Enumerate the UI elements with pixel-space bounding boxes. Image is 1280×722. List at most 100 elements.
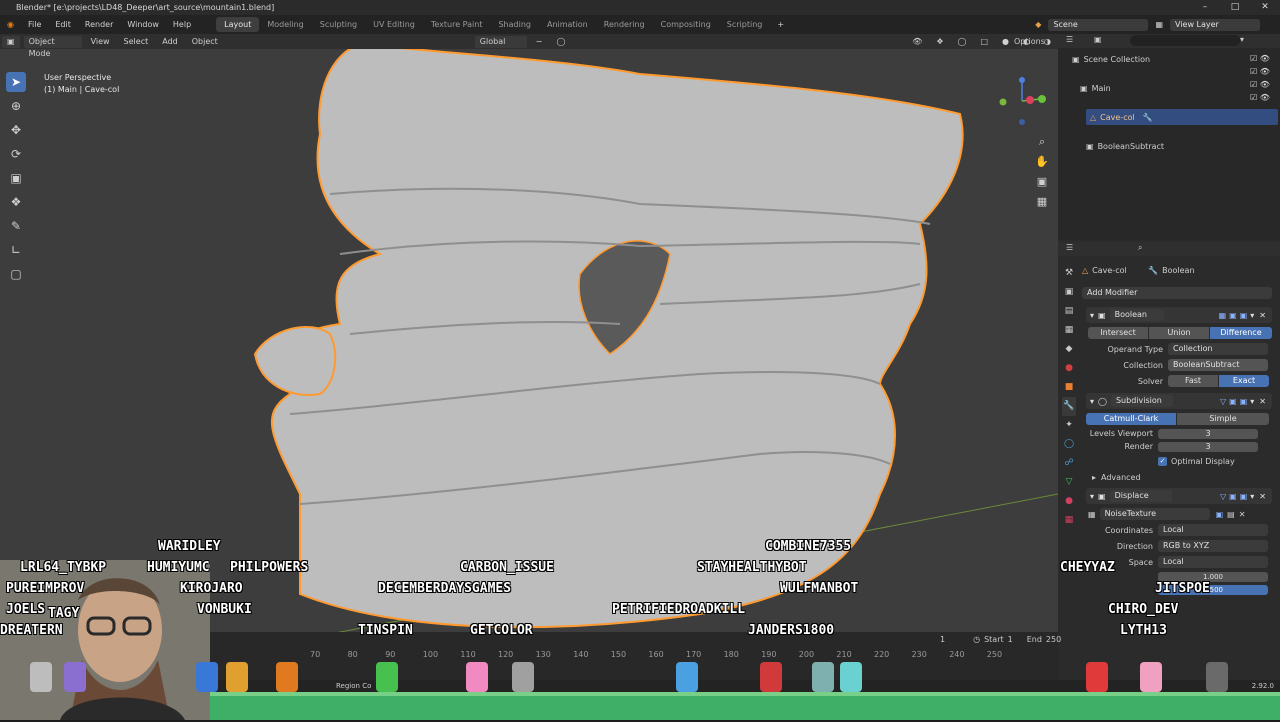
remove-modifier-icon[interactable]: ✕	[1259, 492, 1266, 501]
zoom-icon[interactable]: ⌕	[1034, 132, 1050, 152]
filter-icon[interactable]: ▾	[1240, 35, 1244, 44]
toggle-viewport-icon[interactable]: ▣	[1229, 311, 1237, 320]
difference-button[interactable]: Difference	[1210, 327, 1272, 339]
transform-tool-icon[interactable]: ❖	[6, 192, 26, 212]
pan-hand-icon[interactable]: ✋	[1034, 152, 1050, 172]
proportional-edit-icon[interactable]: ◯	[552, 36, 571, 48]
coordinates-select[interactable]: Local	[1158, 524, 1268, 536]
data-tab-icon[interactable]: ▽	[1062, 473, 1076, 492]
view-layer-selector[interactable]: View Layer	[1170, 18, 1260, 31]
object-menu[interactable]: Object	[187, 36, 223, 48]
outliner-editor-icon[interactable]: ☰	[1066, 35, 1073, 44]
display-mode-icon[interactable]: ▣	[1094, 35, 1102, 44]
menu-help[interactable]: Help	[166, 20, 198, 29]
texture-tab-icon[interactable]: ▦	[1062, 511, 1076, 530]
cursor-tool-icon[interactable]: ⊕	[6, 96, 26, 116]
grid-icon[interactable]: ▦	[1034, 192, 1050, 212]
transform-orientation[interactable]: Global	[474, 35, 527, 48]
checkbox-icon[interactable]: ☑ 👁	[1250, 52, 1270, 65]
toggle-editmode-icon[interactable]: ▽	[1220, 492, 1226, 501]
intersect-button[interactable]: Intersect	[1088, 327, 1148, 339]
tab-sculpting[interactable]: Sculpting	[312, 17, 365, 32]
simple-button[interactable]: Simple	[1177, 413, 1269, 425]
xray-icon[interactable]: □	[975, 36, 993, 48]
select-menu[interactable]: Select	[119, 36, 154, 48]
duplicate-icon[interactable]: ▤	[1227, 510, 1235, 519]
start-frame-field[interactable]: 1	[1008, 635, 1013, 644]
displace-name-field[interactable]: Displace	[1109, 490, 1172, 502]
rotate-tool-icon[interactable]: ⟳	[6, 144, 26, 164]
minimize-icon[interactable]: –	[1190, 0, 1220, 15]
blender-logo-icon[interactable]: ◉	[0, 20, 21, 29]
solver-exact-button[interactable]: Exact	[1219, 375, 1269, 387]
physics-tab-icon[interactable]: ◯	[1062, 435, 1076, 454]
space-select[interactable]: Local	[1158, 556, 1268, 568]
add-cube-tool-icon[interactable]: ▢	[6, 264, 26, 284]
options-menu[interactable]: Options	[1014, 37, 1045, 46]
operand-type-select[interactable]: Collection	[1168, 343, 1268, 355]
scene-tab-icon[interactable]: ◆	[1062, 340, 1076, 359]
toggle-render-icon[interactable]: ▣	[1240, 311, 1248, 320]
dropdown-arrow-icon[interactable]: ▾	[1250, 311, 1254, 320]
toggle-viewport-icon[interactable]: ▣	[1229, 492, 1237, 501]
displace-texture-field[interactable]: NoiseTexture	[1099, 508, 1210, 520]
tab-animation[interactable]: Animation	[539, 17, 596, 32]
toggle-editmode-icon[interactable]: ▦	[1219, 311, 1227, 320]
tab-rendering[interactable]: Rendering	[596, 17, 653, 32]
tab-scripting[interactable]: Scripting	[719, 17, 771, 32]
measure-tool-icon[interactable]: ∟	[6, 240, 26, 260]
close-icon[interactable]: ✕	[1250, 0, 1280, 15]
outliner[interactable]: ☰ ▣ ▾ ▣ Scene Collection ▣ Main △ Cave-c…	[1058, 34, 1280, 240]
menu-edit[interactable]: Edit	[48, 20, 78, 29]
unlink-icon[interactable]: ✕	[1239, 510, 1246, 519]
select-box-tool-icon[interactable]: ➤	[6, 72, 26, 92]
toggle-render-icon[interactable]: ▣	[1240, 492, 1248, 501]
constraints-tab-icon[interactable]: ☍	[1062, 454, 1076, 473]
render-tab-icon[interactable]: ▣	[1062, 283, 1076, 302]
search-icon[interactable]: ⌕	[1138, 243, 1142, 253]
scene-selector[interactable]: Scene	[1048, 18, 1149, 31]
menu-window[interactable]: Window	[120, 20, 166, 29]
checkbox-icon[interactable]: ☑ 👁	[1250, 65, 1270, 78]
scene-collection-row[interactable]: ▣ Scene Collection	[1072, 51, 1280, 67]
levels-viewport-field[interactable]: 3	[1158, 428, 1258, 439]
maximize-icon[interactable]: □	[1220, 0, 1250, 15]
world-tab-icon[interactable]: ●	[1062, 359, 1076, 378]
union-button[interactable]: Union	[1149, 327, 1209, 339]
tab-modeling[interactable]: Modeling	[259, 17, 311, 32]
optimal-display-checkbox-icon[interactable]: ✓	[1158, 456, 1167, 466]
subdivision-name-field[interactable]: Subdivision	[1110, 395, 1173, 407]
strength-field[interactable]: 1.000	[1158, 571, 1268, 582]
catmull-clark-button[interactable]: Catmull-Clark	[1086, 413, 1176, 425]
direction-select[interactable]: RGB to XYZ	[1158, 540, 1268, 552]
tab-layout[interactable]: Layout	[216, 17, 260, 32]
render-levels-field[interactable]: 3	[1158, 441, 1258, 452]
camera-icon[interactable]: ▣	[1034, 172, 1050, 192]
outliner-search-input[interactable]	[1130, 35, 1240, 46]
outliner-item-cave-col[interactable]: △ Cave-col 🔧	[1086, 109, 1278, 125]
dropdown-arrow-icon[interactable]: ▾	[1250, 492, 1254, 501]
gizmo-icon[interactable]: ❖	[931, 36, 948, 48]
tool-tab-icon[interactable]: ⚒	[1062, 264, 1076, 283]
view-layer-tab-icon[interactable]: ▦	[1062, 321, 1076, 340]
move-tool-icon[interactable]: ✥	[6, 120, 26, 140]
collapse-arrow-icon[interactable]: ▾	[1090, 397, 1094, 406]
end-frame-field[interactable]: 250	[1046, 635, 1061, 644]
particles-tab-icon[interactable]: ✦	[1062, 416, 1076, 435]
modifier-tab-icon[interactable]: 🔧	[1062, 397, 1076, 416]
properties-editor-icon[interactable]: ☰	[1066, 243, 1073, 252]
add-menu[interactable]: Add	[157, 36, 183, 48]
collapse-arrow-icon[interactable]: ▾	[1090, 311, 1094, 320]
collapse-arrow-icon[interactable]: ▾	[1090, 492, 1094, 501]
dropdown-arrow-icon[interactable]: ▾	[1250, 397, 1254, 406]
boolean-modifier-header[interactable]: ▾ ▣ Boolean ▦ ▣ ▣ ▾ ✕	[1086, 307, 1272, 323]
output-tab-icon[interactable]: ▤	[1062, 302, 1076, 321]
solver-fast-button[interactable]: Fast	[1168, 375, 1218, 387]
toggle-render-icon[interactable]: ▣	[1240, 397, 1248, 406]
fake-user-shield-icon[interactable]: ▣	[1216, 510, 1224, 519]
advanced-panel-toggle[interactable]: ▸ Advanced	[1082, 469, 1276, 485]
visibility-icon[interactable]: 👁	[907, 36, 927, 48]
collection-field[interactable]: BooleanSubtract	[1168, 359, 1268, 371]
displace-modifier-header[interactable]: ▾ ▣ Displace ▽ ▣ ▣ ▾ ✕	[1086, 488, 1272, 504]
scale-tool-icon[interactable]: ▣	[6, 168, 26, 188]
